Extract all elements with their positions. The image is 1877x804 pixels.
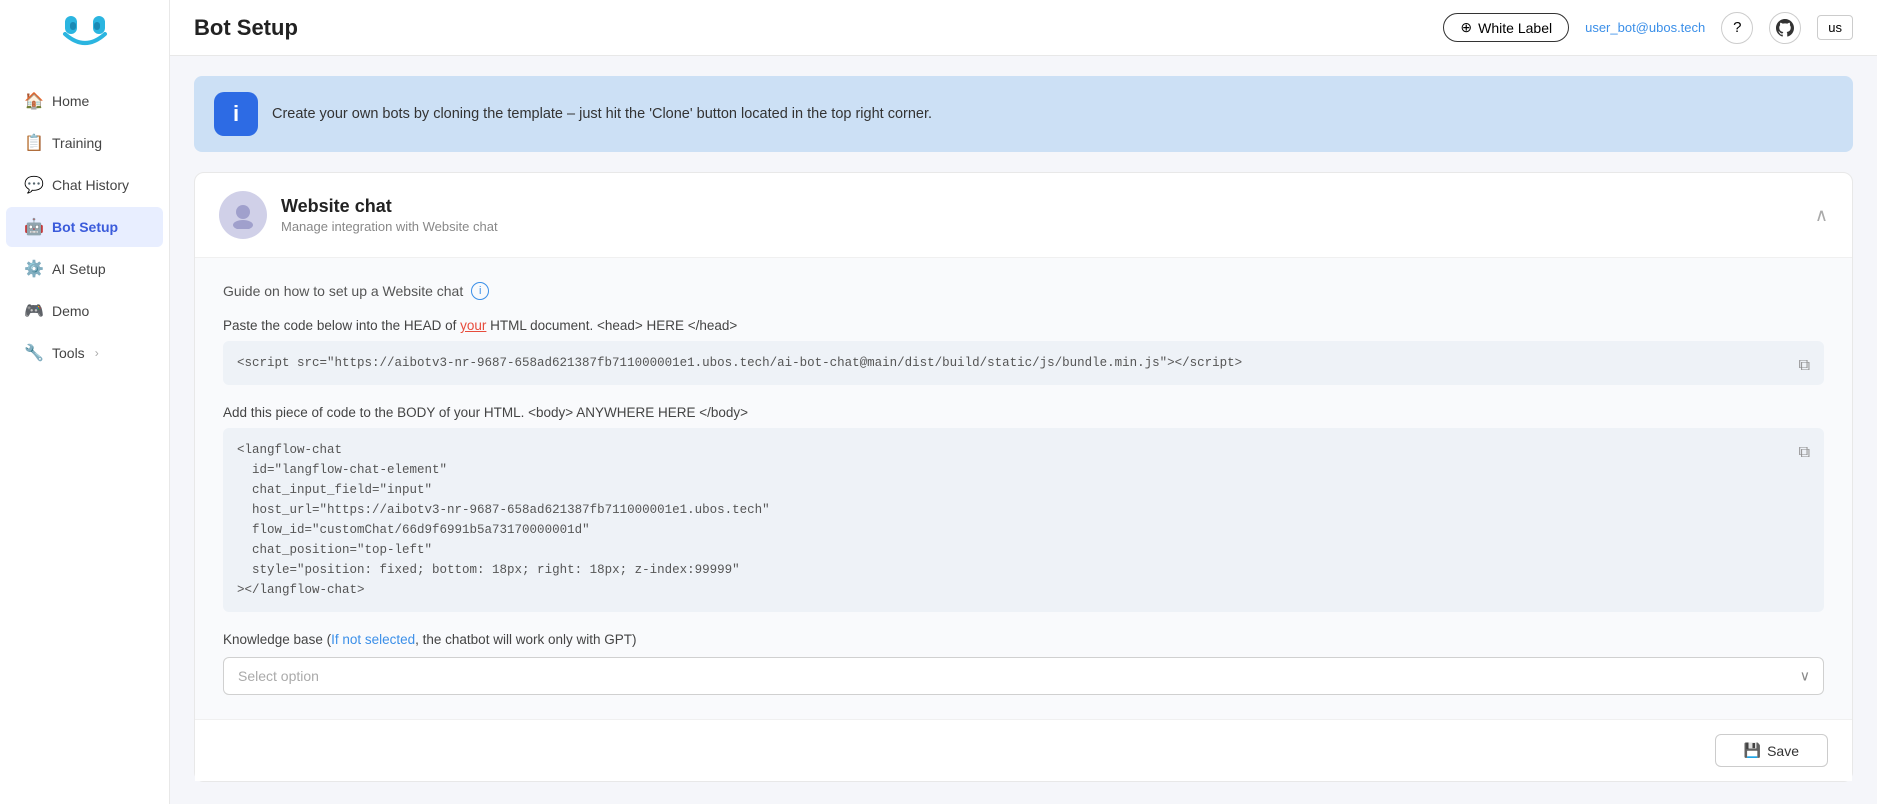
user-email-link[interactable]: user_bot@ubos.tech	[1585, 20, 1705, 35]
sidebar-navigation: 🏠 Home 📋 Training 💬 Chat History 🤖 Bot S…	[0, 80, 169, 374]
sidebar-logo	[55, 10, 115, 60]
website-chat-subtitle: Manage integration with Website chat	[281, 219, 498, 234]
github-button[interactable]	[1769, 12, 1801, 44]
language-button[interactable]: us	[1817, 15, 1853, 40]
help-icon: ?	[1733, 19, 1741, 36]
sidebar-item-ai-setup-label: AI Setup	[52, 261, 106, 277]
home-icon: 🏠	[24, 91, 44, 111]
sidebar-item-demo-label: Demo	[52, 303, 89, 319]
code-block-1-wrapper: <script src="https://aibotv3-nr-9687-658…	[223, 341, 1824, 385]
card-footer: 💾 Save	[195, 719, 1852, 781]
bot-setup-icon: 🤖	[24, 217, 44, 237]
copy-code1-button[interactable]: ⧉	[1795, 353, 1814, 379]
white-label-icon: ⊕	[1460, 19, 1472, 36]
sidebar: 🏠 Home 📋 Training 💬 Chat History 🤖 Bot S…	[0, 0, 170, 804]
save-label: Save	[1767, 743, 1799, 759]
website-chat-card: Website chat Manage integration with Web…	[194, 172, 1853, 782]
sidebar-item-chat-history-label: Chat History	[52, 177, 129, 193]
info-banner-text: Create your own bots by cloning the temp…	[272, 106, 932, 122]
github-icon	[1776, 19, 1794, 37]
page-header: Bot Setup ⊕ White Label user_bot@ubos.te…	[170, 0, 1877, 56]
ai-setup-icon: ⚙️	[24, 259, 44, 279]
card-title-group: Website chat Manage integration with Web…	[281, 196, 498, 234]
save-button[interactable]: 💾 Save	[1715, 734, 1828, 767]
website-chat-avatar	[219, 191, 267, 239]
guide-link-row: Guide on how to set up a Website chat i	[223, 282, 1824, 300]
card-body: Guide on how to set up a Website chat i …	[195, 258, 1852, 719]
header-right-controls: ⊕ White Label user_bot@ubos.tech ? us	[1443, 12, 1853, 44]
help-button[interactable]: ?	[1721, 12, 1753, 44]
code-block-1: <script src="https://aibotv3-nr-9687-658…	[223, 341, 1824, 385]
sidebar-item-ai-setup[interactable]: ⚙️ AI Setup	[6, 249, 163, 289]
chat-history-icon: 💬	[24, 175, 44, 195]
white-label-label: White Label	[1478, 20, 1552, 36]
website-chat-card-header[interactable]: Website chat Manage integration with Web…	[195, 173, 1852, 258]
card-header-left: Website chat Manage integration with Web…	[219, 191, 498, 239]
sidebar-item-tools-label: Tools	[52, 345, 85, 361]
page-content: i Create your own bots by cloning the te…	[170, 56, 1877, 804]
training-icon: 📋	[24, 133, 44, 153]
tools-icon: 🔧	[24, 343, 44, 363]
sidebar-item-chat-history[interactable]: 💬 Chat History	[6, 165, 163, 205]
guide-link-text: Guide on how to set up a Website chat	[223, 283, 463, 299]
tools-chevron-icon: ›	[95, 346, 99, 360]
sidebar-item-training-label: Training	[52, 135, 102, 151]
code-block-2: <langflow-chat id="langflow-chat-element…	[223, 428, 1824, 612]
card-chevron-icon: ∧	[1815, 205, 1828, 226]
code-block-2-wrapper: <langflow-chat id="langflow-chat-element…	[223, 428, 1824, 612]
page-title: Bot Setup	[194, 15, 298, 41]
demo-icon: 🎮	[24, 301, 44, 321]
sidebar-item-training[interactable]: 📋 Training	[6, 123, 163, 163]
white-label-button[interactable]: ⊕ White Label	[1443, 13, 1569, 42]
sidebar-item-home-label: Home	[52, 93, 89, 109]
guide-info-icon[interactable]: i	[471, 282, 489, 300]
section1-label: Paste the code below into the HEAD of yo…	[223, 318, 1824, 333]
copy-code2-button[interactable]: ⧉	[1795, 440, 1814, 466]
sidebar-item-bot-setup-label: Bot Setup	[52, 219, 118, 235]
knowledge-select-wrapper: Select option ∨	[223, 657, 1824, 695]
info-banner-icon: i	[214, 92, 258, 136]
sidebar-item-tools[interactable]: 🔧 Tools ›	[6, 333, 163, 373]
section2-label: Add this piece of code to the BODY of yo…	[223, 405, 1824, 420]
knowledge-select[interactable]: Select option	[223, 657, 1824, 695]
knowledge-label: Knowledge base (If not selected, the cha…	[223, 632, 1824, 647]
sidebar-item-home[interactable]: 🏠 Home	[6, 81, 163, 121]
save-icon: 💾	[1744, 742, 1761, 759]
sidebar-item-demo[interactable]: 🎮 Demo	[6, 291, 163, 331]
info-banner: i Create your own bots by cloning the te…	[194, 76, 1853, 152]
main-content: Bot Setup ⊕ White Label user_bot@ubos.te…	[170, 0, 1877, 804]
sidebar-item-bot-setup[interactable]: 🤖 Bot Setup	[6, 207, 163, 247]
website-chat-title: Website chat	[281, 196, 498, 217]
